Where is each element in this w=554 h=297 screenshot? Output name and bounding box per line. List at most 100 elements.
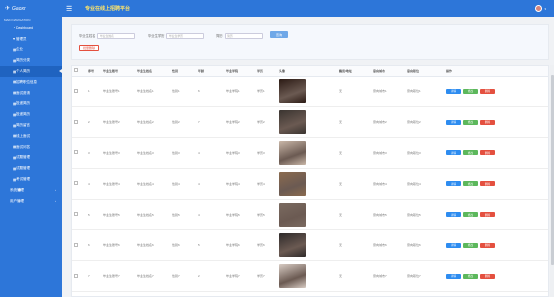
cell-city: 意向城市7 [371,260,405,293]
detail-button[interactable]: 详情 [446,181,461,187]
sidebar-item-5[interactable]: ▦ 招聘职位信息 [0,77,62,88]
detail-button[interactable]: 详情 [446,242,461,248]
resume-table: 序号 毕业生账号 毕业生姓名 性别 年龄 毕业学院 学历 头像 籍贯/地址 意向城市 意向职位 操作 … [72,66,548,293]
resume-table-card: 序号 毕业生账号 毕业生姓名 性别 年龄 毕业学院 学历 头像 籍贯/地址 意向城市 意向职位 操作 … [71,65,549,297]
sidebar-item-15[interactable]: ▦ 系统管理 › [0,185,62,196]
sidebar-item-7[interactable]: ▦ 投递简历 [0,99,62,110]
select-all-checkbox[interactable] [72,66,86,77]
row-select[interactable] [72,260,86,293]
checkbox[interactable] [74,68,78,73]
search-button[interactable]: 查询 [270,31,288,38]
table-row[interactable]: 4 毕业生账号4 毕业生姓名4 性别4 4 毕业学院4 学历4 无意向城市4 意向职位4 详情 修改… [72,168,548,200]
edit-button[interactable]: 修改 [463,119,478,125]
list-icon: ▦ [13,101,17,106]
batch-delete-button[interactable]: 批量删除 [79,45,99,51]
sidebar-item-14[interactable]: ▦ 考试管理 [0,174,62,185]
avatar-photo[interactable] [279,202,306,227]
sidebar-item-4[interactable]: ▦ 个人简历 [0,66,62,77]
sidebar-item-label: 招聘职位信息 [16,79,37,84]
edit-button[interactable]: 修改 [463,242,478,248]
menu-toggle-icon[interactable]: ☰ [66,5,76,13]
delete-button[interactable]: 删除 [480,181,495,187]
delete-button[interactable]: 删除 [480,273,495,279]
name-input[interactable]: 毕业生姓名 [97,32,136,39]
row-select[interactable] [72,76,86,108]
list-icon: ▦ [18,188,22,193]
table-row[interactable]: 6 毕业生账号6 毕业生姓名6 性别6 5 毕业学院6 学历6 无意向城市6 意向职位6 详情 修改… [72,229,548,262]
edit-button[interactable]: 修改 [463,181,478,187]
avatar-photo[interactable] [279,79,306,104]
delete-button[interactable]: 删除 [480,119,495,125]
table-row[interactable]: 3 毕业生账号3 毕业生姓名3 性别3 4 毕业学院3 学历3 无意向城市3 意向职位3 详情 修改… [72,137,548,169]
cell-photo [277,137,337,169]
row-select[interactable] [72,229,86,262]
delete-button[interactable]: 删除 [480,212,495,218]
avatar-photo[interactable] [279,110,306,135]
edit-button[interactable]: 修改 [463,150,478,156]
sidebar-item-8[interactable]: ▦ 投递简历 [0,109,62,120]
sidebar-item-0[interactable]: ◔ Dashboard [0,23,62,34]
sidebar-item-13[interactable]: ▦ 试题管理 [0,163,62,174]
delete-button[interactable]: 删除 [480,88,495,94]
edit-button[interactable]: 修改 [463,212,478,218]
cell-actions: 详情 修改 删除 [444,199,548,231]
checkbox[interactable] [74,242,78,247]
detail-button[interactable]: 详情 [446,119,461,125]
checkbox[interactable] [74,212,78,217]
checkbox[interactable] [74,88,78,93]
user-avatar[interactable] [535,5,542,12]
sidebar-item-9[interactable]: ▦ 简历留言 [0,120,62,131]
chevron-right-icon: › [55,188,56,193]
row-select[interactable] [72,199,86,231]
avatar-photo[interactable] [279,233,306,258]
field-label: 毕业生学历 [148,34,165,38]
edit-button[interactable]: 修改 [463,273,478,279]
avatar-photo[interactable] [279,140,306,165]
detail-button[interactable]: 详情 [446,212,461,218]
table-row[interactable]: 2 毕业生账号2 毕业生姓名2 性别2 7 毕业学院2 学历2 无意向城市2 意向职位2 详情 修改… [72,106,548,139]
sidebar-item-label: 系统管理 [10,187,24,192]
sidebar-item-2[interactable]: ▦ 企业 [0,45,62,56]
checkbox[interactable] [74,119,78,124]
avatar-photo[interactable] [279,264,306,289]
detail-button[interactable]: 详情 [446,273,461,279]
cell-age: 4 [196,199,224,231]
sidebar-item-label: 简历留言 [16,123,30,128]
table-row[interactable]: 1 毕业生账号1 毕业生姓名1 性别1 6 毕业学院1 学历1 无意向城市1 意向职位1 详情 修改… [72,76,548,108]
detail-button[interactable]: 详情 [446,88,461,94]
sidebar-item-16[interactable]: ☺ 用户管理 › [0,196,62,207]
logo[interactable]: ✈ Gaoxr [0,0,62,17]
detail-button[interactable]: 详情 [446,150,461,156]
table-row[interactable]: 5 毕业生账号5 毕业生姓名5 性别5 4 毕业学院5 学历5 无意向城市5 意向职位5 详情 修改… [72,199,548,231]
cell-account: 毕业生账号2 [101,106,135,139]
resume-input[interactable]: 简历 [224,32,263,39]
sidebar-item-6[interactable]: ▦ 面试邀请 [0,88,62,99]
row-select[interactable] [72,137,86,169]
cell-name: 毕业生姓名6 [135,229,170,262]
scrollbar-thumb[interactable] [550,75,554,265]
delete-button[interactable]: 删除 [480,242,495,248]
chevron-down-icon[interactable]: ▾ [544,7,546,11]
row-select[interactable] [72,168,86,200]
list-icon: ▦ [13,145,17,150]
checkbox[interactable] [74,150,78,155]
logo-icon: ✈ [5,6,11,12]
checkbox[interactable] [74,273,78,278]
list-icon: ▦ [13,134,17,139]
sidebar-item-1[interactable]: ♥ 管理员 [0,34,62,45]
row-select[interactable] [72,106,86,139]
sidebar-item-11[interactable]: ▦ 面试问答 [0,142,62,153]
sidebar-item-3[interactable]: ▦ 简历分类 [0,55,62,66]
checkbox[interactable] [74,181,78,186]
avatar-photo[interactable] [279,171,306,196]
sidebar-item-10[interactable]: ▦ 线上面试 [0,131,62,142]
table-row[interactable]: 7 毕业生账号7 毕业生姓名7 性别7 2 毕业学院7 学历7 无意向城市7 意向职位7 详情 修改… [72,260,548,293]
cell-city: 意向城市5 [371,199,405,231]
sidebar-item-12[interactable]: ▦ 试题管理 [0,153,62,164]
column-header: 毕业生姓名 [135,66,170,77]
degree-input[interactable]: 毕业生学历 [166,32,205,39]
cell-school: 毕业学院3 [224,137,255,169]
delete-button[interactable]: 删除 [480,150,495,156]
sidebar-item-label: 投递简历 [16,101,30,106]
edit-button[interactable]: 修改 [463,88,478,94]
